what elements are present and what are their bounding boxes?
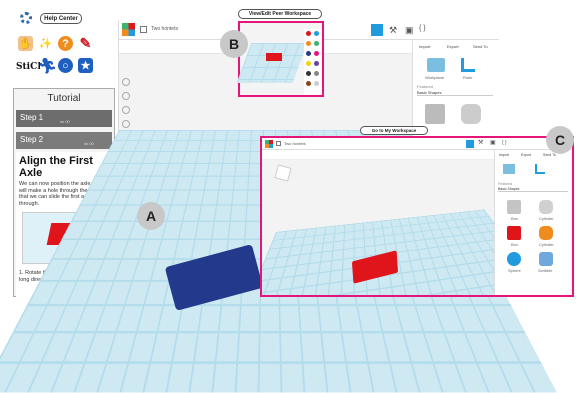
thumbs-up-icon[interactable]: ✋ — [18, 36, 33, 51]
box-icon[interactable]: ▣ — [490, 139, 496, 146]
shape-label: Cylinder — [539, 216, 554, 221]
project-name: Two hontets — [151, 26, 178, 32]
tutorial-step-2[interactable]: Step 2 ok 00 — [16, 132, 112, 149]
color-swatch[interactable] — [306, 31, 311, 36]
region-label-a: A — [137, 202, 165, 230]
shape-category-select[interactable]: Basic Shapes — [417, 90, 493, 96]
app-logo[interactable] — [122, 23, 135, 36]
color-swatch[interactable] — [306, 81, 311, 86]
panel-featured: Featured — [498, 182, 513, 186]
shape-label: Cylinder — [539, 242, 554, 247]
party-icon[interactable]: ✨ — [38, 36, 53, 51]
code-icon[interactable]: { } — [502, 140, 507, 146]
peer-topbar: Two hontets ⚒ ▣ { } — [262, 138, 572, 150]
color-swatch[interactable] — [314, 41, 319, 46]
shape-label-ruler: Ruler — [463, 75, 473, 80]
color-swatch[interactable] — [306, 51, 311, 56]
shape-label: Sphere — [508, 268, 521, 273]
running-person-icon[interactable]: 🏃︎ — [38, 58, 57, 75]
shape-label: Scribble — [538, 268, 553, 273]
grey-cylinder-shape[interactable] — [539, 200, 553, 214]
shape-label-workplane: Workplane — [425, 75, 445, 80]
color-swatch[interactable] — [314, 31, 319, 36]
shape-category-select[interactable]: Basic Shapes — [498, 187, 568, 192]
app-logo[interactable] — [265, 140, 273, 148]
region-label-c: C — [546, 126, 574, 154]
peer-preview-grid — [236, 43, 308, 83]
bookmark-icon[interactable]: ★ — [78, 58, 93, 73]
view-edit-peer-workspace-button[interactable]: View/Edit Peer Workspace — [238, 9, 322, 19]
panel-action-import[interactable]: Import — [499, 153, 509, 157]
view-cube[interactable] — [274, 164, 292, 182]
step-label: Step 2 — [20, 135, 44, 144]
color-swatch[interactable] — [306, 41, 311, 46]
color-swatch[interactable] — [314, 51, 319, 56]
peer-workspace[interactable]: Two hontets ⚒ ▣ { } Import Export Send T… — [260, 136, 574, 297]
ruler-icon[interactable] — [535, 164, 545, 174]
workplane-icon[interactable] — [427, 58, 445, 72]
help-center-button[interactable]: Help Center — [40, 13, 82, 24]
red-box-shape[interactable] — [266, 53, 282, 61]
panel-action-sendto[interactable]: Send To — [473, 44, 488, 49]
hammer-icon[interactable]: ⚒ — [389, 25, 397, 36]
gear-icon[interactable] — [20, 12, 32, 24]
menu-icon[interactable] — [276, 141, 281, 146]
hammer-icon[interactable]: ⚒ — [478, 139, 483, 146]
grey-cylinder-shape[interactable] — [461, 104, 481, 124]
grey-box-shape[interactable] — [425, 104, 445, 124]
zoom-in-icon[interactable] — [122, 106, 130, 114]
color-swatch[interactable] — [314, 81, 319, 86]
workplane-icon[interactable] — [503, 164, 515, 174]
grid-view-icon[interactable] — [466, 140, 474, 148]
project-name: Two hontets — [284, 141, 306, 146]
grid-view-icon[interactable] — [371, 24, 383, 36]
tutorial-title: Tutorial — [47, 93, 81, 104]
menu-icon[interactable] — [140, 26, 147, 33]
marker-icon[interactable]: ✎ — [78, 35, 93, 51]
panel-featured: Featured — [417, 84, 434, 89]
code-icon[interactable]: { } — [419, 25, 426, 32]
color-swatch[interactable] — [306, 61, 311, 66]
shape-label: Box — [511, 216, 518, 221]
view-controls[interactable] — [122, 78, 132, 138]
step-status: ok 00 — [60, 119, 70, 124]
step-status: ok 00 — [84, 141, 94, 146]
panel-action-sendto[interactable]: Send To — [543, 153, 556, 157]
fit-icon[interactable] — [122, 92, 130, 100]
ruler-icon[interactable] — [461, 58, 475, 72]
color-palette[interactable] — [304, 29, 322, 95]
home-icon[interactable] — [122, 78, 130, 86]
box-icon[interactable]: ▣ — [405, 25, 414, 36]
go-to-my-workspace-button[interactable]: Go to My Workspace — [360, 126, 428, 135]
orange-cylinder-shape[interactable] — [539, 226, 553, 240]
tutorial-heading: Align the First Axle — [19, 155, 93, 179]
zoom-out-icon[interactable] — [122, 120, 130, 128]
color-swatch[interactable] — [306, 71, 311, 76]
red-box-shape-icon[interactable] — [507, 226, 521, 240]
panel-action-import[interactable]: Import — [419, 44, 430, 49]
question-icon[interactable]: ? — [58, 36, 73, 51]
grey-box-shape[interactable] — [507, 200, 521, 214]
scribble-shape[interactable] — [539, 252, 553, 266]
peer-panel: Import Export Send To Featured Basic Sha… — [494, 150, 572, 295]
shape-label: Box — [511, 242, 518, 247]
globe-icon[interactable]: ○ — [58, 58, 73, 73]
color-swatch[interactable] — [314, 61, 319, 66]
tutorial-step-1[interactable]: Step 1 ok 00 — [16, 110, 112, 127]
panel-action-export[interactable]: Export — [521, 153, 531, 157]
region-label-b: B — [220, 30, 248, 58]
blue-sphere-shape[interactable] — [507, 252, 521, 266]
peer-workspace-preview[interactable] — [236, 21, 324, 97]
panel-action-export[interactable]: Export — [447, 44, 459, 49]
step-label: Step 1 — [20, 113, 44, 122]
color-swatch[interactable] — [314, 71, 319, 76]
